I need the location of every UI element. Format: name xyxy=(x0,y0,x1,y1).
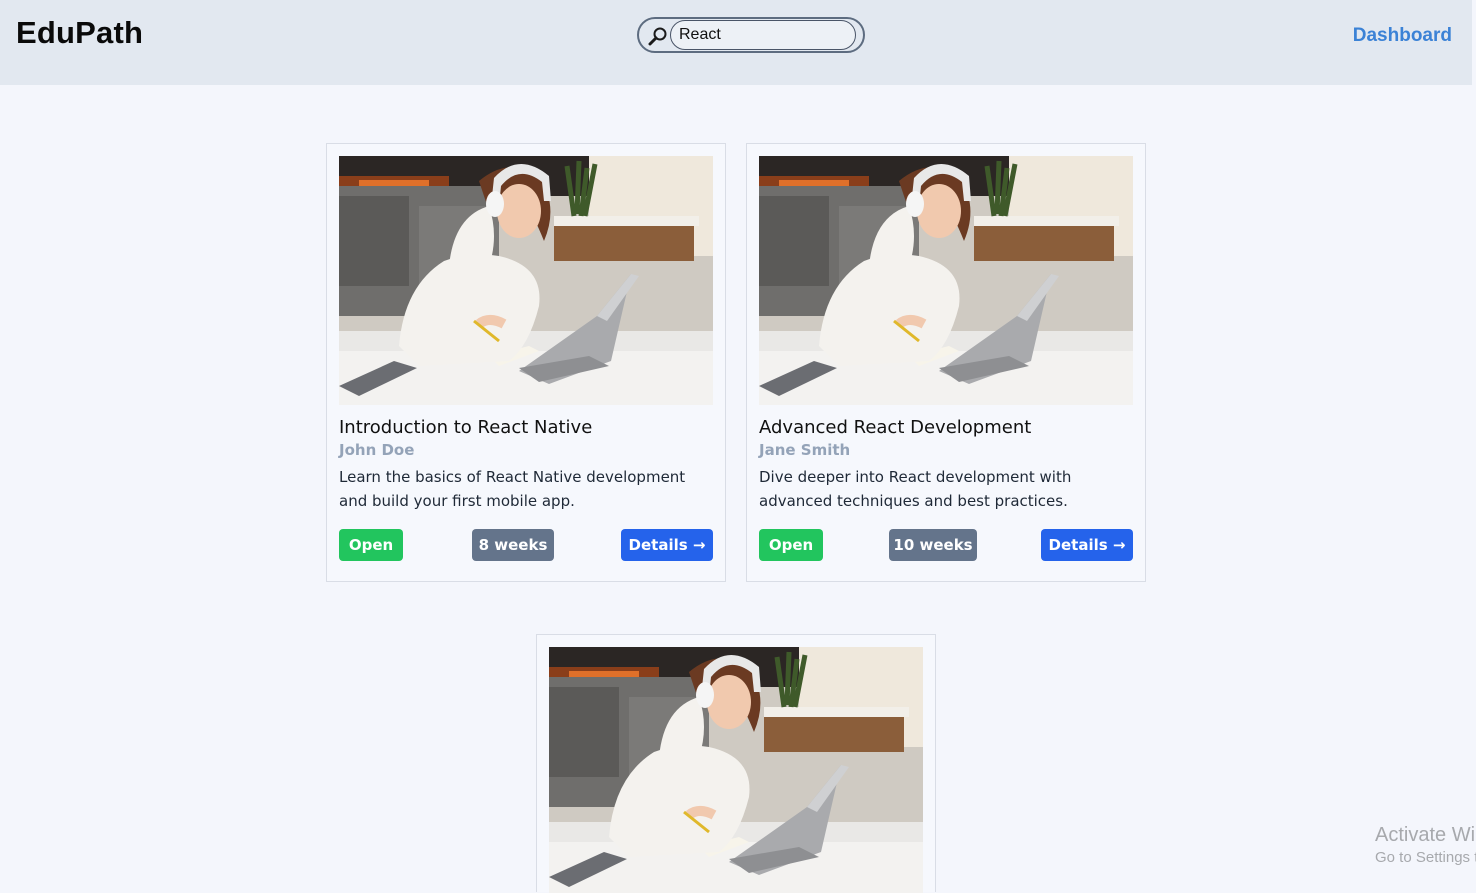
course-title: Advanced React Development xyxy=(759,417,1032,438)
watermark-line1: Activate Wi xyxy=(1375,824,1476,846)
course-card xyxy=(536,634,936,892)
course-description: Learn the basics of React Native develop… xyxy=(339,468,686,510)
site-logo[interactable]: EduPath xyxy=(16,15,143,51)
course-thumbnail[interactable] xyxy=(549,647,923,893)
watermark-line2: Go to Settings t xyxy=(1375,849,1476,866)
course-card: Introduction to React Native John Doe Le… xyxy=(326,143,726,582)
course-title: Introduction to React Native xyxy=(339,417,593,438)
search-input[interactable] xyxy=(670,20,856,50)
course-thumbnail[interactable] xyxy=(759,156,1133,405)
course-description: Dive deeper into React development with … xyxy=(759,468,1072,510)
dashboard-link[interactable]: Dashboard xyxy=(1353,25,1452,47)
details-button[interactable]: Details → xyxy=(621,529,713,561)
details-button[interactable]: Details → xyxy=(1041,529,1133,561)
duration-badge: 8 weeks xyxy=(472,529,554,561)
course-instructor: John Doe xyxy=(339,441,415,459)
magnifier-icon[interactable] xyxy=(648,26,668,46)
course-card: Advanced React Development Jane Smith Di… xyxy=(746,143,1146,582)
top-header: EduPath Dashboard xyxy=(0,0,1472,85)
status-badge: Open xyxy=(339,529,403,561)
window-edge xyxy=(1472,0,1476,892)
duration-badge: 10 weeks xyxy=(889,529,977,561)
status-badge: Open xyxy=(759,529,823,561)
activation-watermark: Activate Wi Go to Settings t xyxy=(1375,824,1476,866)
search-box[interactable] xyxy=(637,17,865,53)
course-instructor: Jane Smith xyxy=(759,441,851,459)
course-thumbnail[interactable] xyxy=(339,156,713,405)
